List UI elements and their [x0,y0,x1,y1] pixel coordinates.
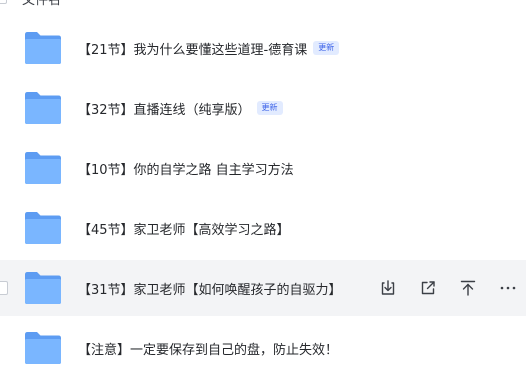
share-icon[interactable] [419,279,437,297]
row-checkbox[interactable] [0,281,8,295]
file-row-6[interactable]: 【注意】一定要保存到自己的盘，防止失效！ [0,320,526,376]
download-icon[interactable] [379,279,397,297]
move-to-top-icon[interactable] [459,279,477,297]
update-badge: 更新 [256,101,283,115]
file-name[interactable]: 【注意】一定要保存到自己的盘，防止失效！ [78,339,338,358]
folder-icon [25,32,61,64]
folder-icon [25,92,61,124]
update-badge: 更新 [313,41,340,55]
file-row-3[interactable]: 【10节】你的自学之路 自主学习方法 [0,140,526,196]
file-row-4[interactable]: 【45节】家卫老师【高效学习之路】 [0,200,526,256]
column-header-filename[interactable]: 文件名 [22,0,61,8]
file-name[interactable]: 【21节】我为什么要懂这些道理-德育课 [78,39,307,58]
file-name[interactable]: 【45节】家卫老师【高效学习之路】 [78,219,290,238]
select-all-checkbox[interactable] [0,0,7,4]
file-list-header: 文件名 [0,0,526,8]
folder-icon [25,212,61,244]
file-row-1[interactable]: 【21节】我为什么要懂这些道理-德育课 更新 [0,20,526,76]
file-row-5[interactable]: 【31节】家卫老师【如何唤醒孩子的自驱力】 [0,260,526,316]
folder-icon [25,272,61,304]
file-name[interactable]: 【31节】家卫老师【如何唤醒孩子的自驱力】 [78,279,342,298]
folder-icon [25,152,61,184]
file-name[interactable]: 【10节】你的自学之路 自主学习方法 [78,159,294,178]
file-row-2[interactable]: 【32节】直播连线（纯享版） 更新 [0,80,526,136]
folder-icon [25,332,61,364]
file-name[interactable]: 【32节】直播连线（纯享版） [78,99,251,118]
more-icon[interactable] [499,279,517,297]
